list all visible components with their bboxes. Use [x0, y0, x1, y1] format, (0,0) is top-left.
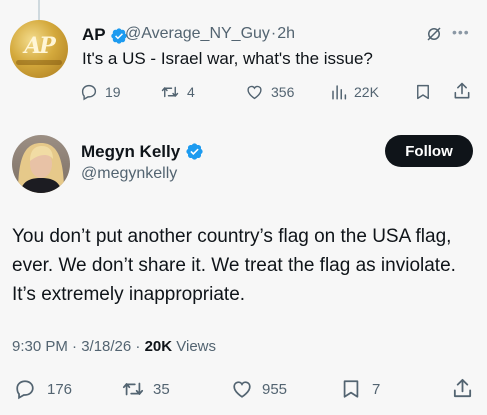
avatar-photo [18, 143, 64, 193]
repost-button[interactable]: 35 [121, 378, 170, 400]
reply-share-icon[interactable] [452, 81, 472, 101]
tweet-timestamp[interactable]: 9:30 PM · 3/18/26 · [12, 338, 145, 355]
reply-button[interactable]: 176 [14, 378, 72, 400]
reply-icon [81, 84, 97, 101]
tweet-metadata: 9:30 PM · 3/18/26 · 20K Views [12, 338, 216, 355]
share-icon[interactable] [451, 377, 474, 400]
grok-icon[interactable] [425, 25, 443, 43]
views-icon [332, 85, 347, 100]
repost-icon [161, 86, 179, 98]
reply-author-name[interactable]: AP [82, 25, 128, 45]
tweet-text: You don’t put another country’s flag on … [12, 226, 456, 305]
like-button[interactable]: 955 [230, 378, 287, 400]
bookmark-icon [343, 380, 359, 398]
repost-icon [122, 382, 144, 396]
bookmark-button[interactable]: 7 [340, 378, 380, 400]
reply-icon [16, 380, 34, 400]
author-avatar[interactable] [12, 135, 70, 193]
thread-line [38, 0, 40, 20]
verified-badge-icon [186, 142, 203, 160]
more-icon[interactable]: ••• [452, 24, 470, 40]
like-icon [247, 85, 262, 100]
reply-text: It's a US - Israel war, what's the issue… [82, 49, 373, 68]
follow-button[interactable]: Follow [385, 135, 473, 167]
like-icon [233, 381, 251, 398]
avatar-logo-mark: AP [24, 33, 56, 59]
reply-time[interactable]: 2h [277, 25, 295, 42]
reply-repost-button[interactable]: 4 [160, 82, 195, 102]
reply-like-button[interactable]: 356 [245, 82, 294, 102]
reply-views-button[interactable]: 22K [330, 82, 379, 102]
views-label: Views [172, 338, 217, 355]
reply-author-handle[interactable]: @Average_NY_Guy·2h [125, 25, 295, 43]
reply-bookmark-icon[interactable] [414, 82, 432, 102]
views-count: 20K [144, 338, 173, 355]
author-handle[interactable]: @megynkelly [81, 165, 177, 183]
reply-reply-button[interactable]: 19 [80, 82, 121, 102]
author-name[interactable]: Megyn Kelly [81, 142, 204, 162]
reply-author-avatar[interactable]: AP [10, 20, 68, 78]
